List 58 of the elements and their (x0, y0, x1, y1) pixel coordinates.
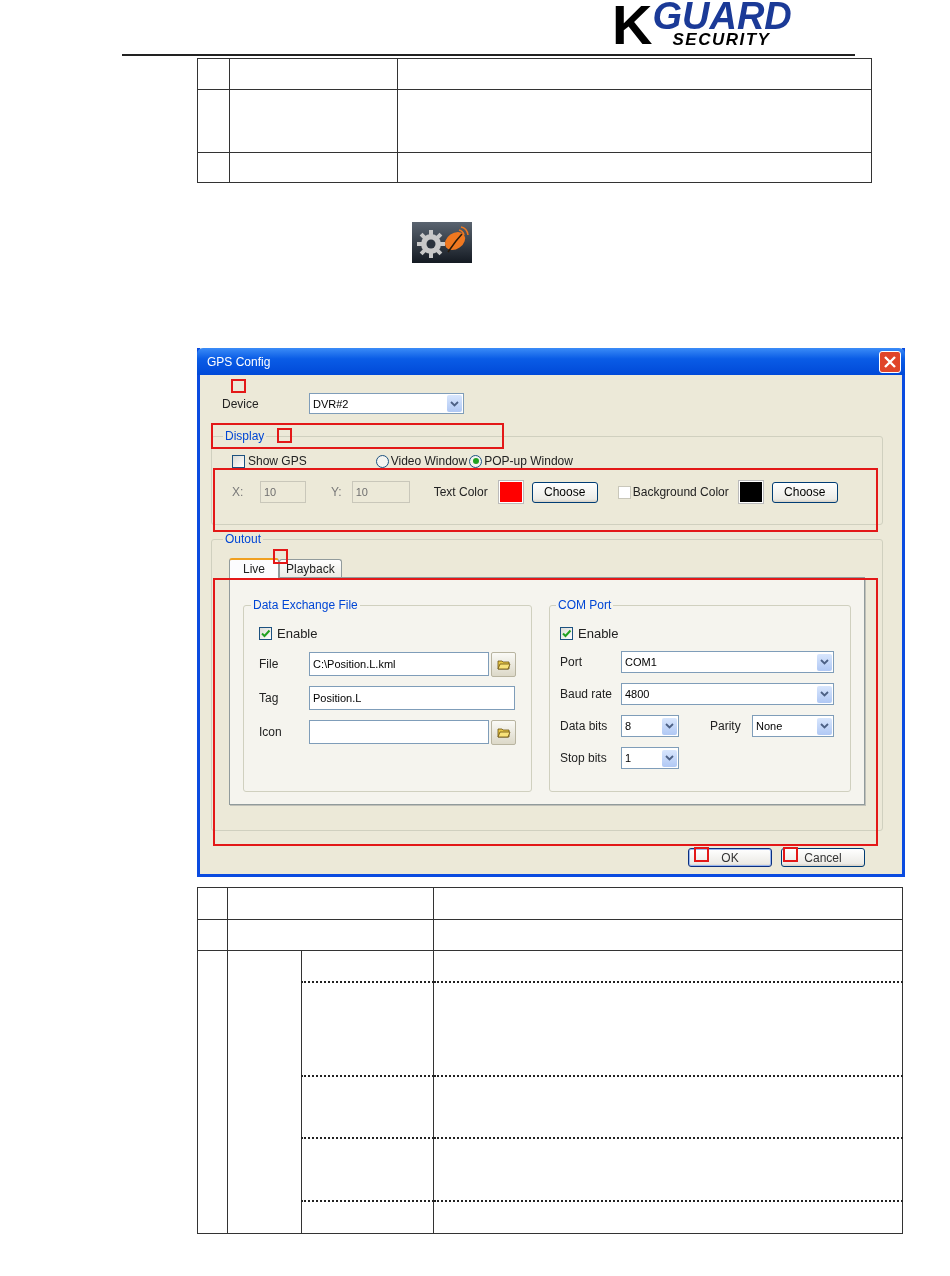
gear-dish-icon (412, 222, 472, 263)
window-title: GPS Config (207, 354, 271, 369)
field-label: X: (232, 485, 245, 499)
text-field[interactable] (309, 720, 489, 744)
logo-wordmark: GUARD (652, 0, 792, 32)
field-label: Y: (331, 485, 342, 499)
radio-label: POP-up Window (484, 454, 573, 468)
text-field[interactable]: C:\Position.L.kml (309, 652, 489, 676)
group-title: Outout (224, 532, 263, 546)
group-title: Display (224, 429, 266, 443)
dropdown[interactable]: COM1 (621, 651, 834, 673)
field-label: File (259, 657, 280, 671)
text-field[interactable]: Position.L (309, 686, 515, 710)
field-label: Text Color (433, 485, 488, 499)
annotation-marker (277, 428, 292, 443)
annotation-marker (783, 847, 798, 862)
dropdown[interactable]: None (752, 715, 834, 737)
tab[interactable]: Playback (279, 559, 342, 577)
radio-button[interactable] (375, 454, 389, 468)
radio-label: Video Window (390, 454, 468, 468)
dropdown[interactable]: 1 (621, 747, 679, 769)
field-label: Tag (259, 691, 280, 705)
browse-button[interactable] (491, 651, 516, 677)
choose-button[interactable]: Choose (771, 481, 838, 503)
logo-letter: K (612, 0, 651, 50)
group-title: COM Port (557, 598, 613, 612)
dropdown[interactable]: DVR#2 (309, 393, 464, 414)
close-button[interactable] (879, 350, 901, 373)
checkbox[interactable] (232, 454, 245, 468)
field-label: Device (222, 396, 260, 411)
field-label: Port (560, 655, 583, 669)
field-label: Baud rate (560, 687, 614, 701)
annotation-marker (231, 379, 246, 393)
choose-button[interactable]: Choose (531, 481, 598, 503)
ok-button[interactable]: OK (688, 848, 772, 867)
tab[interactable]: Live (229, 558, 279, 578)
annotation-marker (694, 847, 709, 862)
field-label: Stop bits (560, 751, 608, 765)
field-label: Icon (259, 725, 283, 739)
close-icon (883, 354, 897, 369)
field-label: Parity (710, 719, 742, 733)
dropdown[interactable]: 8 (621, 715, 679, 737)
folder-icon (496, 726, 511, 738)
checkbox-label: Enable (277, 625, 318, 641)
checkbox-label: Background Color (632, 485, 729, 499)
radio-button[interactable] (469, 454, 483, 468)
folder-icon (496, 658, 511, 670)
checkbox[interactable] (560, 626, 573, 640)
checkbox[interactable] (259, 626, 272, 640)
browse-button[interactable] (491, 719, 516, 745)
checkbox-label: Show GPS (248, 454, 307, 468)
checkbox-label: Enable (578, 625, 619, 641)
logo-tagline: SECURITY (672, 32, 772, 48)
group-title: Data Exchange File (252, 598, 359, 612)
dropdown[interactable]: 4800 (621, 683, 834, 705)
annotation-marker (273, 549, 288, 564)
field-label: Data bits (560, 719, 609, 733)
cancel-button[interactable]: Cancel (781, 848, 865, 867)
